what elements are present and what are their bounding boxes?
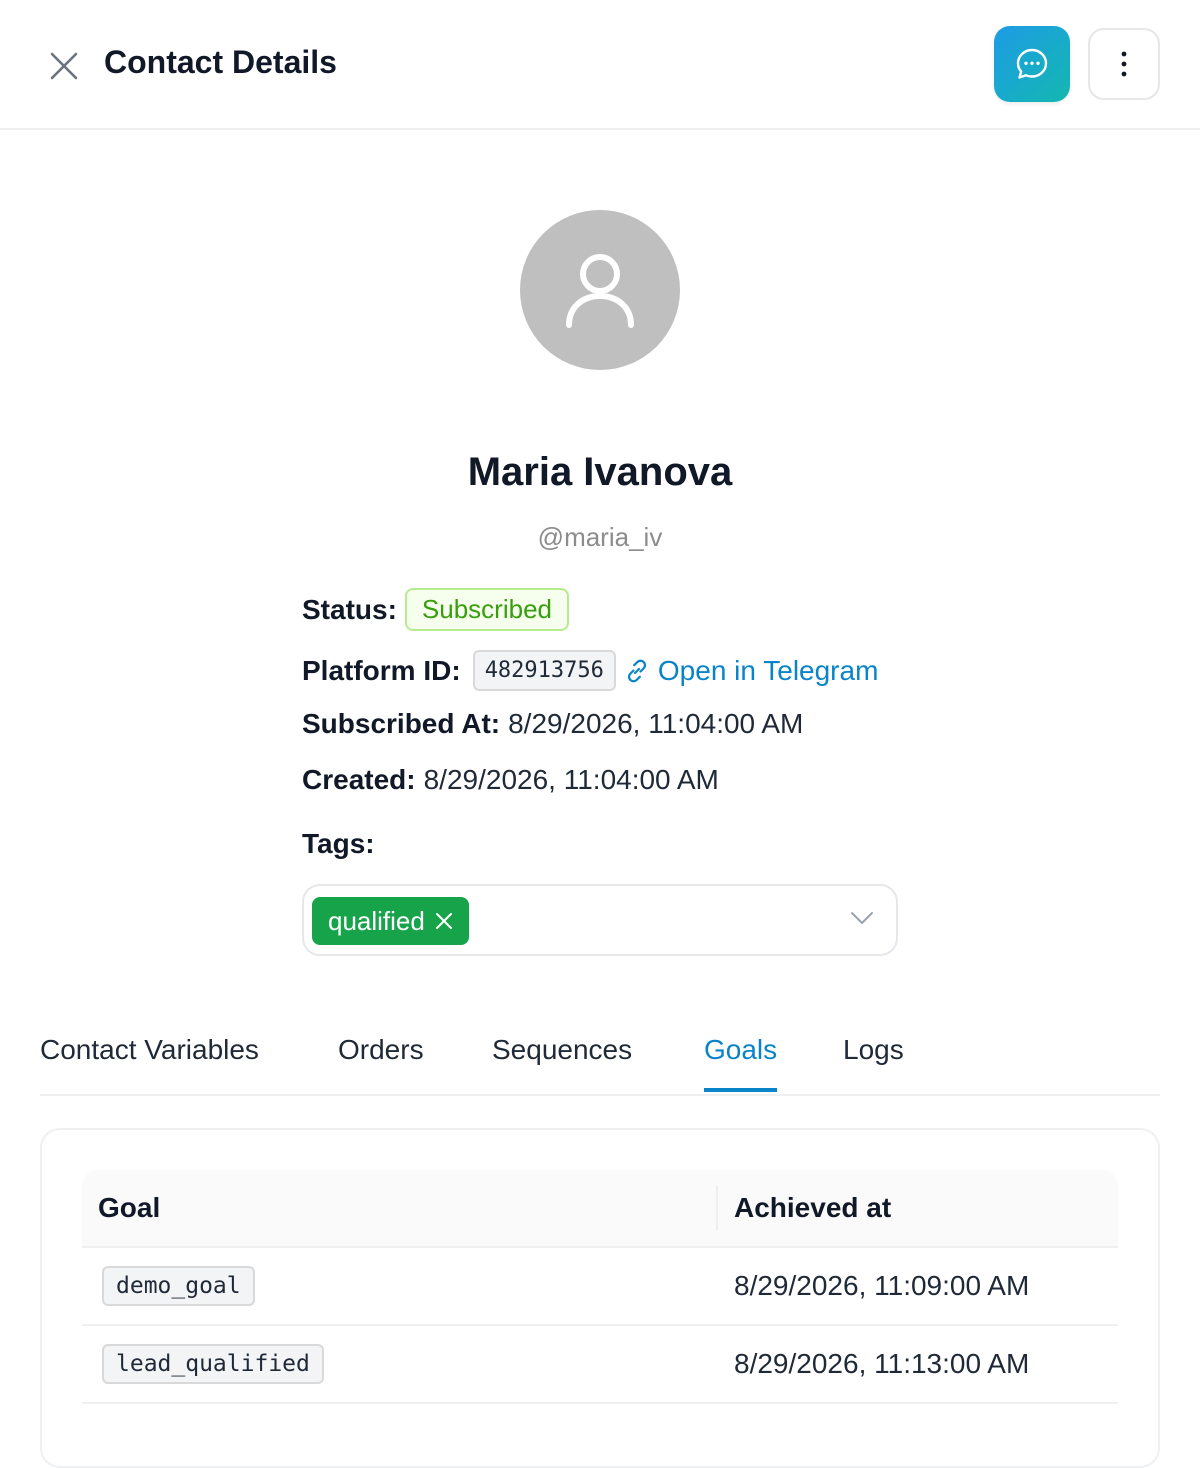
close-button[interactable] [40, 42, 88, 90]
column-header-goal: Goal [98, 1192, 161, 1223]
close-icon [435, 913, 452, 929]
tab-bar: Contact Variables Orders Sequences Goals… [40, 1020, 1160, 1096]
open-in-telegram-link[interactable]: Open in Telegram [624, 655, 879, 687]
user-icon [566, 254, 634, 328]
link-icon [627, 659, 646, 682]
created-row: Created: 8/29/2026, 11:04:00 AM [302, 764, 719, 796]
column-divider [716, 1186, 718, 1230]
contact-username: @maria_iv [537, 522, 663, 552]
table-row: demo_goal 8/29/2026, 11:09:00 AM [82, 1248, 1118, 1326]
goal-name: lead_qualified [102, 1344, 324, 1384]
close-icon [50, 52, 78, 80]
tab-logs[interactable]: Logs [843, 1034, 904, 1088]
goal-achieved-at: 8/29/2026, 11:13:00 AM [734, 1348, 1030, 1379]
goal-name: demo_goal [102, 1266, 255, 1306]
platform-id-label: Platform ID: [302, 654, 461, 686]
subscribed-at-label: Subscribed At: [302, 708, 501, 739]
status-badge: Subscribed [404, 588, 569, 631]
column-header-achieved-at: Achieved at [734, 1192, 892, 1223]
avatar [520, 210, 680, 370]
goals-table: Goal Achieved at demo_goal 8/29/2026, 11… [82, 1170, 1118, 1404]
created-value: 8/29/2026, 11:04:00 AM [423, 764, 719, 795]
tab-goals[interactable]: Goals [704, 1034, 778, 1092]
chat-bubble-icon [1016, 48, 1048, 79]
tags-select[interactable]: qualified [302, 884, 898, 956]
page-title: Contact Details [104, 44, 337, 80]
tab-sequences[interactable]: Sequences [492, 1034, 632, 1088]
more-vertical-icon [1121, 51, 1127, 77]
created-label: Created: [302, 764, 416, 795]
status-row: Status: Subscribed [302, 588, 569, 631]
chevron-down-icon [851, 912, 873, 924]
subscribed-at-row: Subscribed At: 8/29/2026, 11:04:00 AM [302, 708, 803, 740]
subscribed-at-value: 8/29/2026, 11:04:00 AM [508, 708, 804, 739]
tab-orders[interactable]: Orders [338, 1034, 424, 1088]
contact-name: Maria Ivanova [467, 450, 733, 494]
goal-achieved-at: 8/29/2026, 11:09:00 AM [734, 1270, 1030, 1301]
header-bar: Contact Details [0, 0, 1200, 130]
open-chat-button[interactable] [994, 26, 1070, 102]
table-header: Goal Achieved at [82, 1170, 1118, 1248]
table-row: lead_qualified 8/29/2026, 11:13:00 AM [82, 1326, 1118, 1404]
tags-label: Tags: [302, 828, 375, 859]
tab-contact-variables[interactable]: Contact Variables [40, 1034, 259, 1088]
platform-id-row: Platform ID: 482913756 Open in Telegram [302, 650, 878, 691]
tag-label: qualified [328, 905, 425, 936]
more-options-button[interactable] [1088, 28, 1160, 100]
open-in-telegram-label[interactable]: Open in Telegram [658, 655, 879, 687]
status-label: Status: [302, 593, 397, 625]
goals-card: Goal Achieved at demo_goal 8/29/2026, 11… [40, 1128, 1160, 1468]
tag-chip: qualified [312, 897, 469, 945]
remove-tag-button[interactable] [435, 912, 453, 930]
platform-id-value: 482913756 [472, 650, 616, 691]
